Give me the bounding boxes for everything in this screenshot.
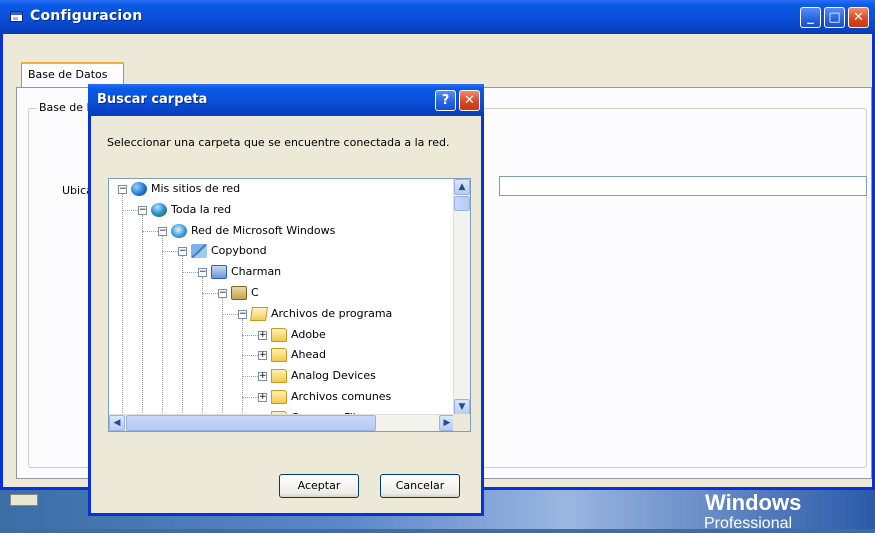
dialog-description: Seleccionar una carpeta que se encuentre…: [107, 136, 450, 149]
close-icon: ✕: [464, 93, 475, 108]
tree-node[interactable]: − Charman: [109, 265, 449, 285]
chevron-left-icon: ◀: [113, 418, 121, 428]
windows-brand-text: Windows: [705, 490, 802, 515]
tree-node[interactable]: + Ahead: [109, 348, 449, 368]
chevron-right-icon: ▶: [443, 418, 451, 428]
help-button[interactable]: ?: [435, 90, 456, 111]
browse-folder-dialog: Buscar carpeta ? ✕ Seleccionar una carpe…: [88, 84, 484, 516]
folder-open-icon: [250, 306, 268, 321]
main-titlebar[interactable]: Configuracion _ □ ✕: [0, 0, 875, 34]
tree-node[interactable]: + Archivos comunes: [109, 390, 449, 410]
main-window-title: Configuracion: [30, 8, 143, 24]
tree-node[interactable]: − C: [109, 286, 449, 306]
tree-node-label: C: [251, 286, 259, 299]
horizontal-scroll-thumb[interactable]: [126, 415, 376, 431]
scroll-left-button[interactable]: ◀: [109, 415, 125, 431]
help-icon: ?: [441, 93, 450, 108]
tree-node[interactable]: − Red de Microsoft Windows: [109, 223, 449, 244]
tree-node[interactable]: + Adobe: [109, 327, 449, 348]
tree-node-label: Archivos comunes: [291, 390, 392, 403]
collapse-icon[interactable]: −: [118, 185, 127, 194]
tree-node[interactable]: − Toda la red: [109, 202, 449, 223]
tree-node[interactable]: − Copybond: [109, 244, 449, 264]
ok-button[interactable]: Aceptar: [279, 474, 359, 498]
collapse-icon[interactable]: −: [238, 309, 247, 319]
entire-network-icon: [151, 202, 167, 217]
maximize-button[interactable]: □: [824, 7, 845, 28]
expand-icon[interactable]: +: [258, 393, 267, 402]
dialog-titlebar[interactable]: Buscar carpeta ? ✕: [88, 84, 484, 116]
collapse-icon[interactable]: −: [158, 226, 167, 236]
tree-node-label: Toda la red: [171, 202, 232, 216]
tree-node[interactable]: − Mis sitios de red: [109, 182, 449, 202]
folder-icon: [271, 390, 287, 404]
horizontal-scrollbar[interactable]: ◀ ▶: [109, 414, 455, 431]
location-input[interactable]: [499, 176, 867, 196]
chevron-up-icon: ▲: [458, 182, 466, 192]
expand-icon[interactable]: +: [258, 330, 267, 340]
windows-edition-text: Professional: [704, 515, 793, 532]
tree-node[interactable]: − Archivos de programa: [109, 306, 449, 327]
tree-node-label: Analog Devices: [291, 369, 376, 383]
folder-icon: [271, 369, 287, 384]
tree-node-label: Charman: [231, 265, 282, 279]
minimize-button[interactable]: _: [800, 7, 821, 28]
expand-icon[interactable]: +: [258, 372, 267, 382]
scrollbar-corner: [453, 414, 470, 431]
tree-node-label: Adobe: [291, 327, 326, 341]
close-button[interactable]: ✕: [848, 7, 869, 28]
cancel-button[interactable]: Cancelar: [380, 474, 460, 498]
collapse-icon[interactable]: −: [198, 268, 207, 278]
minimize-icon: _: [807, 10, 814, 25]
network-places-icon: [131, 182, 147, 196]
shared-drive-icon: [231, 286, 247, 300]
collapse-icon[interactable]: −: [218, 289, 227, 298]
tree-node-label: Ahead: [291, 348, 326, 362]
scroll-up-button[interactable]: ▲: [454, 179, 470, 195]
folder-icon: [271, 348, 287, 363]
folder-tree[interactable]: − Mis sitios de red − Toda la red − Red de Mi…: [108, 178, 471, 432]
close-icon: ✕: [853, 10, 864, 25]
tree-node-label: Mis sitios de red: [151, 182, 241, 195]
tree-node-label: Archivos de programa: [271, 306, 393, 320]
collapse-icon[interactable]: −: [178, 247, 187, 257]
dialog-close-button[interactable]: ✕: [459, 90, 480, 111]
scroll-down-button[interactable]: ▼: [454, 399, 470, 415]
vertical-scroll-thumb[interactable]: [454, 196, 470, 211]
computer-icon: [211, 265, 227, 280]
app-window-icon: [10, 11, 23, 22]
expand-icon[interactable]: +: [258, 351, 267, 361]
maximize-icon: □: [828, 10, 841, 25]
windows-network-icon: [171, 223, 187, 238]
tree-node-label: Copybond: [211, 244, 267, 258]
dialog-title: Buscar carpeta: [97, 92, 208, 107]
taskbar-window-icon[interactable]: [10, 494, 38, 506]
folder-icon: [271, 327, 287, 342]
collapse-icon[interactable]: −: [138, 205, 147, 215]
chevron-down-icon: ▼: [458, 402, 466, 412]
tree-node[interactable]: + Analog Devices: [109, 369, 449, 389]
workgroup-icon: [191, 244, 207, 259]
tree-node-label: Red de Microsoft Windows: [191, 223, 336, 237]
vertical-scrollbar[interactable]: ▲ ▼: [453, 179, 470, 415]
